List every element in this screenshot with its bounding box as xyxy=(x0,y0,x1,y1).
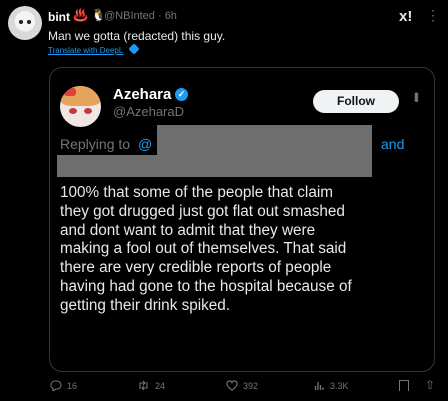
avatar-eye xyxy=(27,20,31,24)
like-count: 392 xyxy=(243,380,259,391)
like-button[interactable]: 392 xyxy=(226,380,258,391)
reply-count: 16 xyxy=(67,380,78,391)
tweet-text: Man we gotta (redacted) this guy. xyxy=(48,29,226,43)
repost-icon xyxy=(139,380,148,391)
more-options-icon[interactable]: ⋮ xyxy=(426,7,440,24)
avatar[interactable] xyxy=(8,6,42,40)
author-name[interactable]: bint xyxy=(48,10,70,24)
replying-and: and xyxy=(381,136,405,152)
bookmark-icon[interactable] xyxy=(399,380,409,391)
author-emojis: ♨️ 🐧 xyxy=(73,8,107,22)
redaction-block xyxy=(157,125,372,177)
action-bar: 16 24 392 3.3K ⇧ xyxy=(0,374,448,398)
xl-icon[interactable]: x! xyxy=(399,8,412,25)
redaction-block xyxy=(57,155,167,177)
heart-icon xyxy=(226,380,238,391)
quoted-author-handle[interactable]: @AzeharaD xyxy=(113,104,184,119)
views-button[interactable]: 3.3K xyxy=(314,380,349,391)
repost-count: 24 xyxy=(155,380,166,391)
avatar-eye xyxy=(19,20,23,24)
share-icon[interactable]: ⇧ xyxy=(425,378,435,392)
reply-icon xyxy=(50,380,62,391)
avatar-bow xyxy=(64,88,76,96)
reply-button[interactable]: 16 xyxy=(50,380,77,391)
follow-button[interactable]: Follow xyxy=(313,90,399,113)
quoted-more-options-icon[interactable]: ••• xyxy=(409,92,425,101)
replying-to-label: Replying to xyxy=(60,136,131,152)
avatar-eye xyxy=(69,108,77,114)
quoted-author-name[interactable]: Azehara xyxy=(113,86,171,103)
verified-badge-icon: ✓ xyxy=(175,88,188,101)
views-count: 3.3K xyxy=(330,380,349,391)
quoted-avatar[interactable] xyxy=(60,86,101,127)
deepl-icon xyxy=(128,43,140,55)
avatar-eye xyxy=(84,108,92,114)
quoted-tweet-body: 100% that some of the people that claim … xyxy=(60,184,352,314)
author-handle-time[interactable]: @NBInted · 6h xyxy=(104,10,177,22)
translate-link[interactable]: Translate with DeepL xyxy=(48,46,123,55)
views-icon xyxy=(314,382,324,390)
replying-to-mention[interactable]: @ xyxy=(138,136,152,152)
repost-button[interactable]: 24 xyxy=(137,380,165,391)
